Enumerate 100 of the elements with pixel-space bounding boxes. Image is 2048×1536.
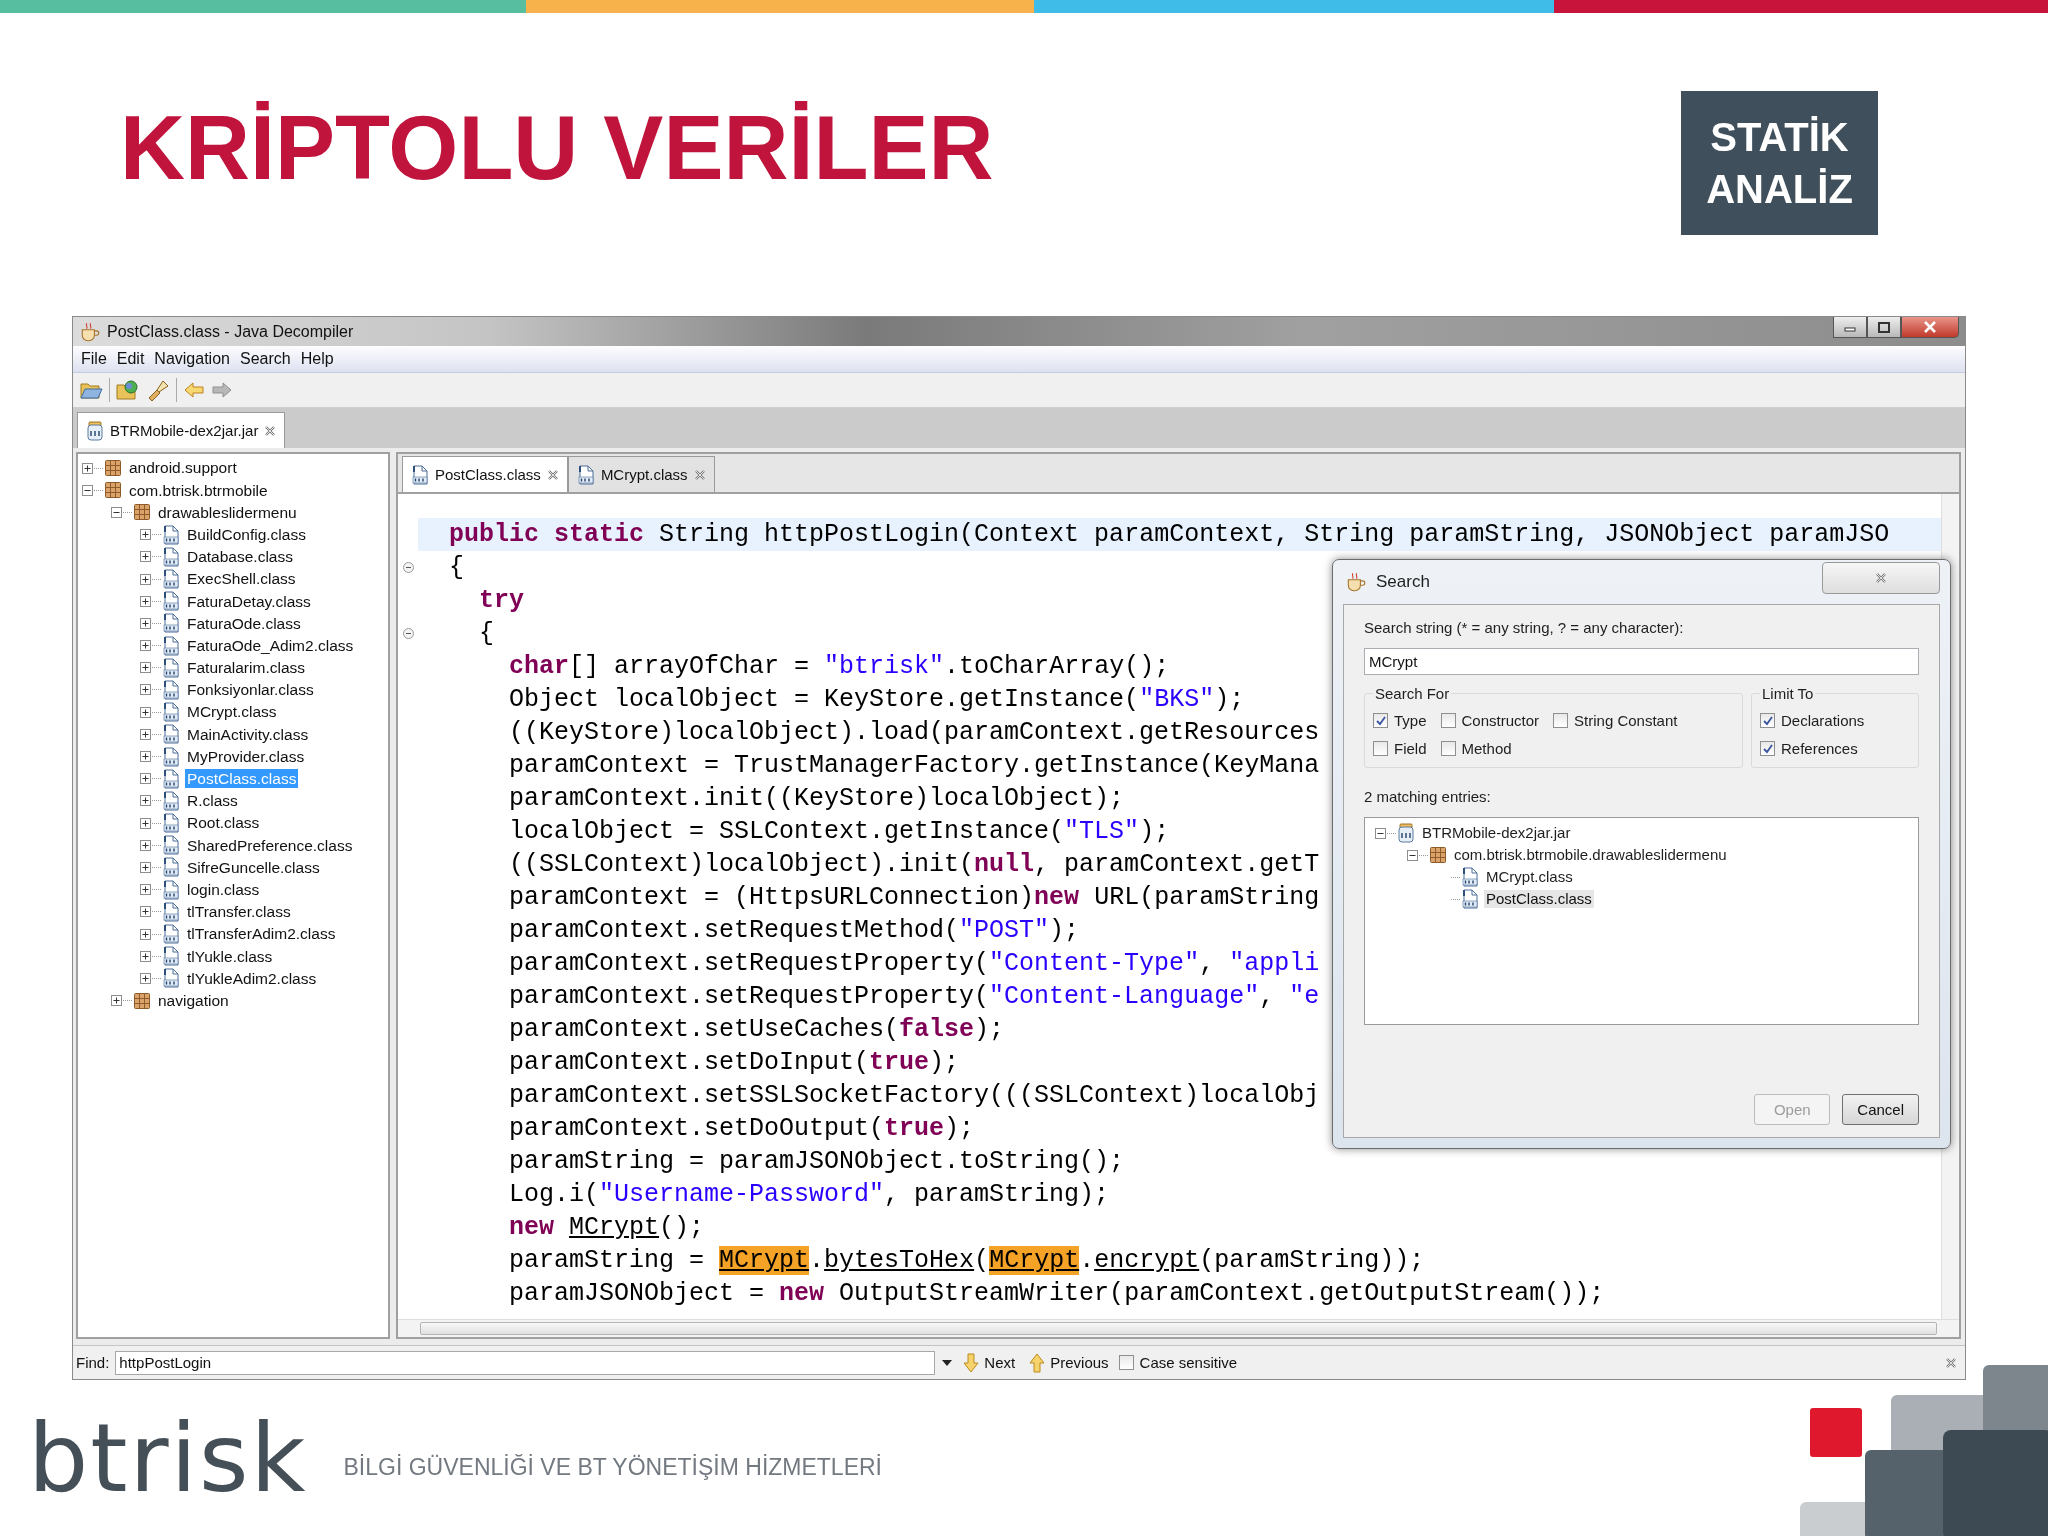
close-icon[interactable]: [693, 468, 706, 481]
expand-icon[interactable]: [140, 795, 151, 807]
fold-icon[interactable]: [402, 562, 414, 573]
tree-item[interactable]: FaturaDetay.class: [185, 591, 313, 611]
tree-item[interactable]: Fonksiyonlar.class: [185, 680, 316, 700]
dropdown-caret-icon[interactable]: [941, 1357, 954, 1368]
previous-button[interactable]: Previous: [1025, 1352, 1113, 1373]
horizontal-scrollbar[interactable]: [398, 1319, 1959, 1337]
flashlight-icon[interactable]: [146, 379, 170, 401]
menu-item[interactable]: Help: [295, 350, 339, 368]
expand-icon[interactable]: [140, 640, 151, 652]
code-line: char[] arrayOfChar = "btrisk".toCharArray();: [508, 651, 1170, 683]
minimize-button[interactable]: [1833, 317, 1867, 338]
close-icon[interactable]: [1945, 1356, 1957, 1369]
folder-globe-icon[interactable]: [116, 379, 140, 401]
expand-icon[interactable]: [82, 462, 93, 474]
collapse-icon[interactable]: [82, 484, 93, 496]
checkbox[interactable]: Method: [1440, 740, 1540, 757]
expand-icon[interactable]: [140, 861, 151, 873]
code-line: ((SSLContext)localObject).init(null, paramContext.getT: [508, 849, 1320, 881]
find-field[interactable]: httpPostLogin: [115, 1350, 936, 1375]
class-file-icon: [162, 569, 180, 590]
dialog-button[interactable]: Cancel: [1842, 1094, 1919, 1125]
expand-icon[interactable]: [140, 706, 151, 718]
next-button[interactable]: Next: [959, 1352, 1020, 1373]
tree-item[interactable]: SifreGuncelle.class: [185, 857, 322, 878]
tree-item[interactable]: BTRMobile-dex2jar.jar: [1420, 823, 1573, 843]
expand-icon[interactable]: [140, 906, 151, 918]
checkbox[interactable]: Declarations: [1760, 712, 1910, 729]
class-file-icon: [162, 613, 180, 634]
tree-item[interactable]: com.btrisk.btrmobile.drawableslidermenu: [1452, 845, 1729, 865]
file-tab[interactable]: BTRMobile-dex2jar.jar: [77, 412, 286, 448]
collapse-icon[interactable]: [1375, 827, 1386, 839]
close-icon[interactable]: [264, 424, 277, 437]
checkbox[interactable]: Case sensitive: [1118, 1354, 1238, 1371]
tree-item[interactable]: SharedPreference.class: [185, 835, 355, 855]
expand-icon[interactable]: [140, 839, 151, 851]
collapse-icon[interactable]: [1407, 849, 1418, 861]
maximize-button[interactable]: [1867, 317, 1901, 338]
tree-item[interactable]: PostClass.class: [1484, 889, 1594, 909]
tree-item[interactable]: FaturaOde.class: [185, 613, 303, 634]
tree-item[interactable]: tlYukleAdim2.class: [185, 968, 319, 989]
expand-icon[interactable]: [140, 773, 151, 785]
class-file-icon: [162, 924, 180, 945]
tree-item[interactable]: FaturaOde_Adim2.class: [185, 635, 356, 656]
close-icon[interactable]: [546, 468, 559, 481]
tree-item[interactable]: Database.class: [185, 547, 295, 567]
tree-item[interactable]: MyProvider.class: [185, 746, 307, 767]
class-file-icon: [162, 746, 180, 767]
tree-item[interactable]: R.class: [185, 791, 240, 811]
expand-icon[interactable]: [140, 617, 151, 629]
tree-item[interactable]: BuildConfig.class: [185, 524, 308, 545]
class-file-icon: [411, 464, 429, 485]
checkbox[interactable]: Type: [1373, 712, 1427, 729]
tree-item[interactable]: ExecShell.class: [185, 569, 298, 589]
checkbox[interactable]: String Constant: [1553, 712, 1678, 729]
tree-item[interactable]: tlTransferAdim2.class: [185, 924, 338, 944]
search-field[interactable]: MCrypt: [1364, 648, 1919, 675]
tree-item[interactable]: tlYukle.class: [185, 946, 275, 966]
tree-item[interactable]: MCrypt.class: [1484, 867, 1575, 887]
expand-icon[interactable]: [140, 595, 151, 607]
expand-icon[interactable]: [140, 573, 151, 585]
tree-item[interactable]: navigation: [156, 990, 231, 1011]
checkbox[interactable]: Field: [1373, 740, 1427, 757]
menu-item[interactable]: File: [76, 350, 112, 368]
class-file-icon: [1461, 867, 1479, 887]
code-line: Object localObject = KeyStore.getInstance("BKS");: [508, 684, 1245, 716]
expand-icon[interactable]: [111, 995, 122, 1007]
expand-icon[interactable]: [140, 728, 151, 740]
expand-icon[interactable]: [140, 529, 151, 541]
close-button[interactable]: [1901, 317, 1959, 338]
checkbox[interactable]: Constructor: [1440, 712, 1540, 729]
expand-icon[interactable]: [140, 817, 151, 829]
tree-item[interactable]: drawableslidermenu: [156, 502, 299, 523]
tree-item[interactable]: Faturalarim.class: [185, 658, 307, 678]
editor-tab[interactable]: PostClass.class: [402, 456, 568, 492]
menu-item[interactable]: Search: [234, 350, 296, 368]
expand-icon[interactable]: [140, 950, 151, 962]
fold-icon[interactable]: [402, 628, 414, 639]
expand-icon[interactable]: [140, 684, 151, 696]
tree-item[interactable]: Root.class: [185, 813, 262, 833]
collapse-icon[interactable]: [111, 506, 122, 518]
expand-icon[interactable]: [140, 662, 151, 674]
tree-item[interactable]: android.support: [127, 458, 239, 478]
expand-icon[interactable]: [140, 972, 151, 984]
tree-item[interactable]: MCrypt.class: [185, 702, 279, 722]
expand-icon[interactable]: [140, 751, 151, 763]
class-file-icon: [162, 591, 180, 612]
menu-item[interactable]: Edit: [111, 350, 150, 368]
tree-item[interactable]: login.class: [185, 879, 262, 900]
tree-item[interactable]: tlTransfer.class: [185, 902, 293, 922]
expand-icon[interactable]: [140, 551, 151, 563]
expand-icon[interactable]: [140, 884, 151, 896]
tree-item[interactable]: MainActivity.class: [185, 724, 311, 745]
tree-item[interactable]: com.btrisk.btrmobile: [127, 480, 270, 500]
menu-item[interactable]: Navigation: [149, 350, 235, 368]
expand-icon[interactable]: [140, 928, 151, 940]
editor-tab[interactable]: MCrypt.class: [567, 456, 715, 492]
checkbox[interactable]: References: [1760, 740, 1910, 757]
coffee-cup-icon: [1345, 571, 1367, 593]
